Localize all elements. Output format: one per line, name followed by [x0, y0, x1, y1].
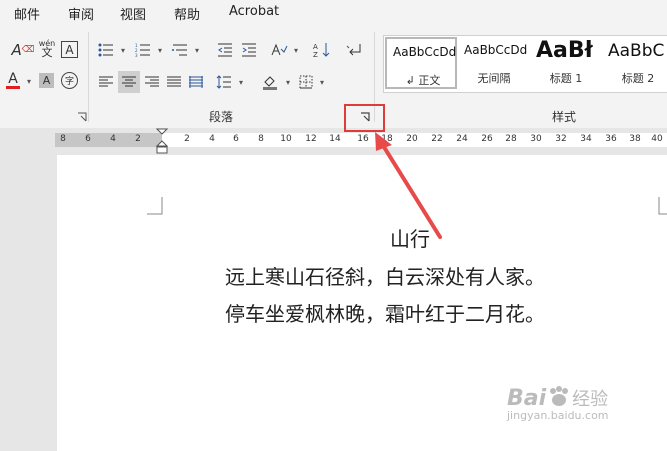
font-color-bar: [6, 86, 20, 89]
ruler-tick: 18: [381, 134, 393, 144]
decrease-indent-icon[interactable]: [216, 41, 234, 59]
style-sample: AaBbCcDd: [393, 45, 457, 59]
tab-review[interactable]: 审阅: [68, 4, 94, 23]
multilevel-list-icon[interactable]: [171, 41, 189, 59]
margin-corner-mark: [147, 197, 163, 215]
character-border-icon[interactable]: A: [61, 41, 78, 58]
style-heading-1[interactable]: AaBł 标题 1: [530, 37, 602, 89]
ribbon-tab-bar: 邮件 审阅 视图 帮助 Acrobat: [0, 0, 667, 26]
line-spacing-dropdown-icon[interactable]: ▾: [232, 73, 250, 91]
bullets-dropdown-icon[interactable]: ▾: [114, 41, 132, 59]
watermark-brand: Bai: [507, 386, 547, 411]
ruler-tick: 10: [280, 134, 292, 144]
style-no-spacing[interactable]: AaBbCcDd 无间隔: [458, 37, 530, 89]
indent-marker-icon[interactable]: [156, 128, 168, 154]
baidu-watermark: Bai 经验 jingyan.baidu.com: [507, 385, 609, 422]
sort-icon[interactable]: AZ: [313, 41, 331, 59]
borders-dropdown-icon[interactable]: ▾: [313, 73, 331, 91]
horizontal-ruler[interactable]: 8 6 4 2 2 4 6 8 10 12 14 16 18 20 22 24 …: [0, 128, 667, 154]
ruler-tick: 20: [406, 134, 418, 144]
watermark-sub: 经验: [572, 389, 609, 410]
ruler-tick: 2: [184, 134, 190, 144]
style-heading-2[interactable]: AaBbC 标题 2: [602, 37, 667, 89]
style-name: 无间隔: [477, 72, 511, 85]
ruler-tick: 32: [555, 134, 567, 144]
asian-layout-icon[interactable]: [270, 41, 288, 59]
enclose-characters-icon[interactable]: 字: [61, 72, 78, 89]
increase-indent-icon[interactable]: [240, 41, 258, 59]
style-sample: AaBbCcDd: [464, 43, 528, 57]
ruler-tick: 4: [110, 134, 116, 144]
style-name: 标题 2: [621, 72, 655, 85]
ruler-tick: 30: [530, 134, 542, 144]
clear-formatting-icon[interactable]: A ⌫: [12, 41, 35, 59]
styles-gallery: AaBbCcDd ↲ 正文 AaBbCcDd 无间隔 AaBł 标题 1 AaB…: [383, 35, 667, 93]
group-separator: [88, 32, 89, 122]
tab-view[interactable]: 视图: [120, 4, 146, 23]
multilevel-dropdown-icon[interactable]: ▾: [188, 41, 206, 59]
ruler-tick: 34: [580, 134, 592, 144]
font-dialog-launcher-icon[interactable]: [77, 112, 87, 122]
style-normal[interactable]: AaBbCcDd ↲ 正文: [385, 37, 457, 89]
ruler-tick: 40: [651, 134, 663, 144]
svg-text:A: A: [313, 43, 318, 51]
ruler-tick: 12: [305, 134, 317, 144]
poem-title: 山行: [390, 227, 430, 251]
paw-icon: [550, 386, 569, 406]
poem-line-1: 远上寒山石径斜，白云深处有人家。: [225, 265, 545, 289]
bullets-icon[interactable]: [97, 41, 115, 59]
style-sample: AaBbC: [608, 41, 665, 61]
tab-acrobat[interactable]: Acrobat: [229, 4, 279, 19]
numbering-dropdown-icon[interactable]: ▾: [151, 41, 169, 59]
ruler-tick: 22: [431, 134, 443, 144]
ribbon: A ⌫ wén 文 A A ▾ A 字 ▾ 123 ▾ ▾ ▾ AZ ▾ ▾ ▾…: [0, 26, 667, 129]
ruler-tick: 24: [456, 134, 468, 144]
poem-line-2: 停车坐爱枫林晚，霜叶红于二月花。: [225, 302, 545, 326]
tab-mailings[interactable]: 邮件: [14, 4, 40, 23]
shading-icon[interactable]: [261, 73, 279, 91]
distributed-icon[interactable]: [187, 73, 205, 91]
ruler-tick: 2: [135, 134, 141, 144]
watermark-url: jingyan.baidu.com: [507, 409, 609, 422]
font-color-dropdown-icon[interactable]: ▾: [20, 72, 38, 90]
ruler-tick: 16: [357, 134, 369, 144]
phonetic-bottom-text: 文: [41, 46, 53, 59]
shading-dropdown-icon[interactable]: ▾: [279, 73, 297, 91]
align-right-icon[interactable]: [143, 73, 161, 91]
style-sample: AaBł: [536, 38, 593, 63]
paragraph-group-label: 段落: [209, 110, 234, 124]
ruler-tick: 8: [60, 134, 66, 144]
align-left-icon[interactable]: [97, 73, 115, 91]
svg-text:3: 3: [135, 53, 138, 57]
style-name: 标题 1: [549, 72, 583, 85]
align-center-icon[interactable]: [118, 71, 140, 93]
line-spacing-icon[interactable]: [215, 73, 233, 91]
ruler-tick: 28: [505, 134, 517, 144]
svg-text:Z: Z: [313, 51, 318, 58]
style-name: ↲ 正文: [405, 74, 441, 87]
annotation-highlight-box: [344, 104, 385, 132]
asian-layout-dropdown-icon[interactable]: ▾: [287, 41, 305, 59]
character-shading-icon[interactable]: A: [39, 73, 54, 88]
justify-icon[interactable]: [165, 73, 183, 91]
margin-corner-mark: [658, 197, 667, 215]
ruler-tick: 6: [85, 134, 91, 144]
tab-help[interactable]: 帮助: [174, 4, 200, 23]
ruler-tick: 8: [258, 134, 264, 144]
ruler-tick: 14: [329, 134, 341, 144]
ruler-tick: 38: [629, 134, 641, 144]
font-color-letter: A: [8, 71, 18, 87]
phonetic-guide-icon[interactable]: wén 文: [38, 39, 56, 59]
ruler-tick: 6: [233, 134, 239, 144]
styles-group-label: 样式: [552, 110, 577, 124]
ruler-tick: 26: [481, 134, 493, 144]
ruler-tick: 36: [605, 134, 617, 144]
show-marks-icon[interactable]: [345, 41, 363, 59]
ruler-tick: 4: [209, 134, 215, 144]
numbering-icon[interactable]: 123: [134, 41, 152, 59]
